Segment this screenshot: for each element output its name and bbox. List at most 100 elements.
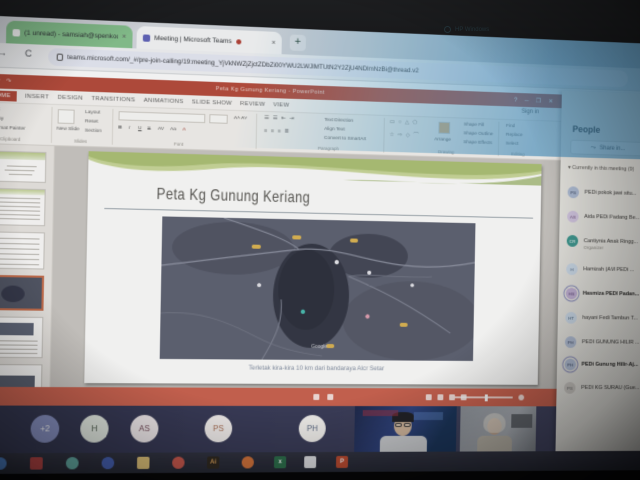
ribbon-tab-transitions[interactable]: TRANSITIONS (91, 95, 135, 103)
ribbon-tab-animations[interactable]: ANIMATIONS (144, 97, 184, 104)
font-color-icon[interactable]: A (182, 127, 185, 132)
meeting-avatar-AS[interactable]: AS (130, 415, 158, 443)
text-direction-button[interactable]: Text Direction (324, 118, 353, 124)
illustrator-icon[interactable]: Ai (207, 456, 219, 468)
ribbon-separator (112, 109, 114, 145)
meeting-avatar-plus2[interactable]: +2 (30, 415, 59, 443)
participant-row[interactable]: PSPEDI KG SURAU (Gue... (564, 382, 640, 404)
arrange-button[interactable]: Arrange (434, 137, 451, 142)
comments-button[interactable] (327, 394, 333, 400)
ribbon-tab-design[interactable]: DESIGN (58, 94, 83, 101)
ribbon-tab-review[interactable]: REVIEW (240, 101, 265, 108)
char-spacing-icon[interactable]: AV (158, 127, 164, 132)
meeting-avatar-H[interactable]: H (80, 415, 109, 443)
slide-thumbnail-2[interactable] (0, 188, 46, 226)
shape-fill-button[interactable]: Shape Fill (464, 123, 485, 129)
participant-row[interactable]: HThayani Fedi Tambun T... (565, 312, 640, 334)
participant-row[interactable]: CRCantiynia Anak Ringg...Organizer (567, 235, 640, 258)
alignment-icons[interactable]: ≡ ≡ ≡ ≣ (264, 128, 290, 135)
participant-row[interactable]: PHPEDI GUNUNG HILIR ... (565, 336, 640, 358)
replace-button[interactable]: Replace (506, 133, 523, 138)
slide-sorter-view-icon[interactable] (437, 394, 443, 400)
format-painter-button[interactable]: Format Painter (0, 126, 25, 132)
photoshop-icon[interactable] (30, 457, 43, 469)
editing-group-label: Editing (511, 152, 524, 157)
chrome-icon[interactable] (172, 457, 185, 469)
section-button[interactable]: Section (85, 129, 102, 135)
slide-thumbnail-4-selected[interactable] (0, 275, 44, 311)
new-slide-button[interactable]: New Slide (55, 127, 80, 133)
participant-name: Hasmiza PEDI Padan... (583, 290, 639, 297)
close-tab-icon[interactable]: × (122, 33, 126, 40)
participant-row[interactable]: ASAida PEDi Padang Be... (567, 211, 640, 234)
ribbon-separator (383, 118, 385, 153)
excel-icon[interactable]: x (274, 456, 286, 468)
participant-row[interactable]: PSPEDi pokok jawi situ... (567, 186, 640, 209)
zoom-slider[interactable] (455, 396, 513, 398)
file-explorer-icon[interactable] (137, 457, 150, 469)
grow-shrink-font-icons[interactable]: A˄ A˅ (234, 116, 247, 121)
meeting-avatar-PS[interactable]: PS (204, 415, 232, 442)
arrange-icon (438, 122, 450, 134)
italic-button[interactable]: I (129, 126, 130, 131)
new-tab-button[interactable]: + (290, 34, 306, 51)
normal-view-icon[interactable] (426, 394, 432, 400)
slide-thumbnail-1[interactable] (0, 150, 46, 182)
ribbon-tab-view[interactable]: VIEW (273, 102, 289, 109)
slide-title[interactable]: Peta Kg Gunung Keriang (156, 186, 310, 208)
ribbon-tab-slide-show[interactable]: SLIDE SHOW (192, 99, 232, 106)
find-button[interactable]: Find (506, 124, 515, 129)
video-tile-2[interactable] (460, 406, 537, 451)
change-case-icon[interactable]: Aa (170, 127, 176, 132)
fit-slide-icon[interactable] (518, 395, 524, 401)
zoom-slider-knob[interactable] (485, 394, 488, 401)
meeting-section-label[interactable]: ▾ Currently in this meeting (9) (568, 165, 634, 173)
satellite-map-image[interactable]: Google (160, 216, 476, 361)
sign-in-link[interactable]: Sign in (522, 109, 540, 115)
edge-icon[interactable] (0, 457, 7, 469)
slide-thumbnail-3[interactable] (0, 231, 45, 269)
shape-effects-button[interactable]: Shape Effects (463, 140, 492, 146)
word-icon[interactable] (304, 456, 316, 468)
close-tab-icon[interactable]: × (272, 39, 276, 46)
align-text-button[interactable]: Align Text (324, 127, 345, 133)
paragraph-group-label: Paragraph (318, 146, 339, 152)
participant-row[interactable]: PHPEDi Gunung Hilir-Aj... (564, 359, 640, 381)
shapes-gallery-icons[interactable]: ▭ ○ △ ⬠ (390, 119, 419, 126)
convert-smartart-button[interactable]: Convert to SmartArt (324, 136, 366, 142)
reset-button[interactable]: Reset (85, 119, 98, 125)
layout-button[interactable]: Layout (85, 110, 100, 116)
strikethrough-button[interactable]: S (147, 126, 150, 131)
shape-outline-button[interactable]: Shape Outline (464, 131, 493, 137)
weather-app-icon[interactable] (66, 457, 79, 469)
participant-row[interactable]: HSHasmiza PEDI Padan... (566, 288, 640, 310)
people-panel-title: People (572, 124, 600, 135)
ribbon-tab-home[interactable]: HOME (0, 90, 16, 101)
camtasia-icon[interactable] (102, 457, 115, 469)
meeting-avatar-PH[interactable]: PH (299, 415, 326, 442)
powerpoint-icon[interactable]: P (336, 456, 348, 468)
participant-row[interactable]: HHamizah (AM PEDi ... (566, 263, 640, 286)
shapes-gallery-icons[interactable]: ☆ ⇨ ◇ ⌒ (389, 130, 419, 139)
quick-access-toolbar-icons[interactable]: ▤ ↶ ↷ (0, 78, 13, 85)
select-button[interactable]: Select (506, 142, 519, 147)
slide-caption[interactable]: Terletak kira-kira 10 km dari bandaraya … (85, 364, 539, 374)
font-size-box[interactable] (209, 114, 228, 124)
bold-button[interactable]: B (118, 125, 122, 130)
font-name-box[interactable] (118, 111, 205, 123)
window-controls-icons[interactable]: ? ─ ❐ ✕ (514, 96, 556, 104)
slide-thumbnail-6[interactable] (0, 364, 42, 387)
ribbon-tab-insert[interactable]: INSERT (25, 93, 49, 100)
ribbon-separator (51, 107, 53, 143)
copy-button[interactable]: Copy (0, 116, 4, 122)
slide-thumbnail-5[interactable] (0, 316, 43, 358)
underline-button[interactable]: U (138, 126, 142, 131)
share-invite-button[interactable]: ⤳ Share in... (570, 140, 640, 157)
forward-icon[interactable]: → (0, 47, 7, 58)
reload-icon[interactable]: C (25, 48, 32, 59)
notes-button[interactable] (313, 394, 319, 400)
video-tile-1[interactable] (354, 406, 457, 452)
firefox-icon[interactable] (242, 456, 254, 468)
bullets-numbering-icons[interactable]: ☰ ☰ ⇤ ⇥ (264, 115, 295, 122)
share-icon: ⤳ (591, 144, 596, 152)
